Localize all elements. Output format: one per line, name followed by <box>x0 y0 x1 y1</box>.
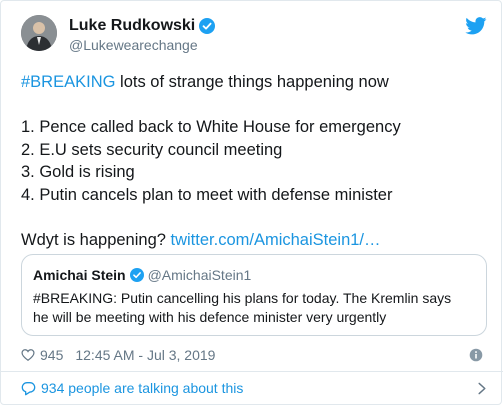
quoted-tweet-header: Amichai Stein @AmichaiStein1 <box>33 265 475 285</box>
quoted-handle: @AmichaiStein1 <box>147 267 252 283</box>
tweet-timestamp[interactable]: 12:45 AM - Jul 3, 2019 <box>75 347 215 363</box>
tweet-meta: 945 12:45 AM - Jul 3, 2019 <box>21 345 487 365</box>
quoted-tweet[interactable]: Amichai Stein @AmichaiStein1 #BREAKING: … <box>21 254 487 336</box>
quoted-tweet-text: #BREAKING: Putin cancelling his plans fo… <box>33 289 475 327</box>
author-handle[interactable]: @Lukewearechange <box>69 37 198 53</box>
tweet-card: Luke Rudkowski @Lukewearechange #BREAKIN… <box>0 0 503 405</box>
tweet-lead-text: lots of strange things happening now <box>115 73 389 91</box>
quoted-text-line: #BREAKING: Putin cancelling his plans fo… <box>33 290 452 306</box>
tweet-list-item: 2. E.U sets security council meeting <box>21 140 283 159</box>
quoted-text-line: he will be meeting with his defence mini… <box>33 309 387 325</box>
author-name-row[interactable]: Luke Rudkowski <box>69 17 216 35</box>
tweet-list-item: 4. Putin cancels plan to meet with defen… <box>21 185 393 204</box>
talking-count-text[interactable]: 934 people are talking about this <box>41 380 243 396</box>
avatar[interactable] <box>21 15 57 51</box>
like-count[interactable]: 945 <box>40 347 63 363</box>
twitter-bird-icon[interactable] <box>465 17 487 35</box>
tweet-question-line: Wdyt is happening? twitter.com/AmichaiSt… <box>21 229 486 252</box>
tweet-list-item: 3. Gold is rising <box>21 163 135 181</box>
divider <box>1 371 503 372</box>
chevron-right-icon[interactable] <box>477 382 487 395</box>
tweet-url-link[interactable]: twitter.com/AmichaiStein1/… <box>171 231 381 249</box>
info-icon[interactable] <box>469 348 483 362</box>
tweet-header: Luke Rudkowski @Lukewearechange <box>21 15 491 59</box>
hashtag-link[interactable]: #BREAKING <box>21 73 115 91</box>
quoted-display-name: Amichai Stein <box>33 267 126 283</box>
tweet-lead-line: #BREAKING lots of strange things happeni… <box>21 71 486 94</box>
heart-icon[interactable] <box>21 348 35 362</box>
conversation-link[interactable]: 934 people are talking about this <box>21 377 487 399</box>
verified-badge-icon <box>199 18 216 34</box>
tweet-list-item: 1. Pence called back to White House for … <box>21 118 401 136</box>
author-display-name[interactable]: Luke Rudkowski <box>69 17 195 35</box>
tweet-question-text: Wdyt is happening? <box>21 230 171 249</box>
comment-bubble-icon <box>21 381 36 395</box>
verified-badge-icon <box>129 268 144 282</box>
tweet-body: #BREAKING lots of strange things happeni… <box>21 71 486 251</box>
